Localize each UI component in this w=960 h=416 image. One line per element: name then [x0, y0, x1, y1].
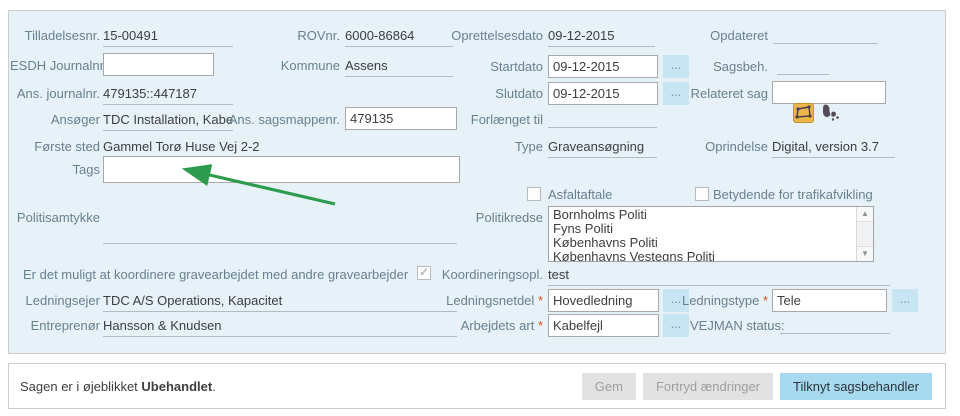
arbejdets-art-input[interactable]: [548, 314, 659, 337]
listbox-scrollbar[interactable]: ▲ ▼: [856, 207, 873, 261]
koordinering-question-label: Er det muligt at koordinere gravearbejde…: [23, 267, 408, 282]
opdateret-value: [773, 28, 878, 44]
asfaltaftale-label: Asfaltaftale: [548, 187, 612, 202]
ansoger-label: Ansøger: [10, 112, 100, 127]
status-value: Ubehandlet: [141, 379, 212, 394]
asfaltaftale-checkbox[interactable]: [527, 187, 541, 201]
ledningsejer-label: Ledningsejer: [10, 293, 100, 308]
tilladelsesnr-label: Tilladelsesnr.: [10, 28, 100, 43]
status-prefix: Sagen er i øjeblikket: [20, 379, 138, 394]
betydende-checkbox[interactable]: [695, 187, 709, 201]
oprindelse-label: Oprindelse: [658, 139, 768, 154]
opdateret-label: Opdateret: [658, 28, 768, 43]
vejman-status-label: VEJMAN status:: [690, 318, 785, 333]
type-label: Type: [430, 139, 543, 154]
forste-sted-label: Første sted: [10, 139, 100, 154]
kommune-label: Kommune: [238, 58, 340, 73]
tilladelsesnr-value: 15-00491: [103, 28, 233, 47]
koordineringsopl-value: test: [548, 267, 890, 286]
list-item[interactable]: Fyns Politi: [553, 222, 854, 236]
polygon-glyph: [794, 104, 813, 122]
politikredse-label: Politikredse: [430, 210, 543, 225]
list-item[interactable]: Bornholms Politi: [553, 208, 854, 222]
scroll-down-icon[interactable]: ▼: [857, 246, 873, 261]
list-item[interactable]: Københavns Politi: [553, 236, 854, 250]
esdh-journalnr-input[interactable]: [103, 53, 214, 76]
required-mark: *: [538, 318, 543, 333]
forlaenget-til-value: [548, 112, 657, 128]
ledningsejer-value: TDC A/S Operations, Kapacitet: [103, 293, 457, 312]
ledningsnetdel-label: Ledningsnetdel *: [410, 293, 543, 308]
ledningstype-browse-button[interactable]: ...: [892, 289, 918, 312]
status-suffix: .: [212, 379, 216, 394]
vejman-status-value: [780, 318, 890, 334]
footer-bar: Sagen er i øjeblikket Ubehandlet. Gem Fo…: [8, 363, 946, 409]
scroll-up-icon[interactable]: ▲: [857, 207, 873, 222]
ans-journalnr-label: Ans. journalnr.: [10, 86, 100, 101]
entreprenor-label: Entreprenør: [10, 318, 100, 333]
entreprenor-value: Hansson & Knudsen: [103, 318, 457, 337]
startdato-input[interactable]: [548, 55, 658, 78]
ledningstype-input[interactable]: [772, 289, 887, 312]
assign-caseworker-button[interactable]: Tilknyt sagsbehandler: [780, 373, 932, 400]
ansoger-value: TDC Installation, Kabelkoordir: [103, 112, 233, 131]
slutdato-label: Slutdato: [430, 86, 543, 101]
ledningstype-label: Ledningstype *: [658, 293, 768, 308]
ans-journalnr-value: 479135::447187: [103, 86, 233, 105]
denmark-glyph: [820, 103, 840, 123]
politisamtykke-label: Politisamtykke: [10, 210, 100, 225]
oprindelse-value: Digital, version 3.7: [772, 139, 895, 158]
list-item[interactable]: Københavns Vestegns Politi: [553, 250, 854, 262]
undo-changes-button[interactable]: Fortryd ændringer: [643, 373, 773, 400]
tags-input[interactable]: [103, 156, 460, 183]
ans-sagsmappenr-label: Ans. sagsmappenr.: [218, 112, 340, 127]
save-button[interactable]: Gem: [582, 373, 636, 400]
footer-buttons: Gem Fortryd ændringer Tilknyt sagsbehand…: [582, 373, 932, 400]
map-area-icon[interactable]: [793, 103, 814, 123]
tags-label: Tags: [10, 162, 100, 177]
esdh-journalnr-label: ESDH Journalnr.: [10, 58, 100, 73]
required-mark: *: [763, 293, 768, 308]
relateret-sag-input[interactable]: [772, 81, 886, 104]
ledningsnetdel-input[interactable]: [548, 289, 659, 312]
startdato-label: Startdato: [430, 59, 543, 74]
sagsbeh-value: [777, 59, 829, 75]
koordinering-checkbox: [417, 266, 431, 280]
politikredse-items: Bornholms Politi Fyns Politi Københavns …: [553, 208, 854, 262]
betydende-label: Betydende for trafikafvikling: [713, 187, 873, 202]
arbejdets-art-label: Arbejdets art *: [410, 318, 543, 333]
relateret-sag-label: Relateret sag: [658, 86, 768, 101]
sagsbeh-label: Sagsbeh.: [658, 59, 768, 74]
oprettelsesdato-label: Oprettelsesdato: [430, 28, 543, 43]
politisamtykke-value: [103, 228, 457, 244]
type-value: Graveansøgning: [548, 139, 657, 158]
politikredse-listbox[interactable]: Bornholms Politi Fyns Politi Københavns …: [548, 206, 874, 262]
denmark-map-icon[interactable]: [820, 103, 840, 123]
rovnr-label: ROVnr.: [238, 28, 340, 43]
required-mark: *: [538, 293, 543, 308]
arbejdets-art-browse-button[interactable]: ...: [663, 314, 689, 337]
koordineringsopl-label: Koordineringsopl.: [430, 267, 543, 282]
oprettelsesdato-value: 09-12-2015: [548, 28, 655, 47]
case-status-text: Sagen er i øjeblikket Ubehandlet.: [9, 379, 216, 394]
forlaenget-til-label: Forlænget til: [430, 112, 543, 127]
vejman-case-form: { "panel": { "tilladelsesnr": {"label": …: [0, 0, 960, 416]
slutdato-input[interactable]: [548, 82, 658, 105]
